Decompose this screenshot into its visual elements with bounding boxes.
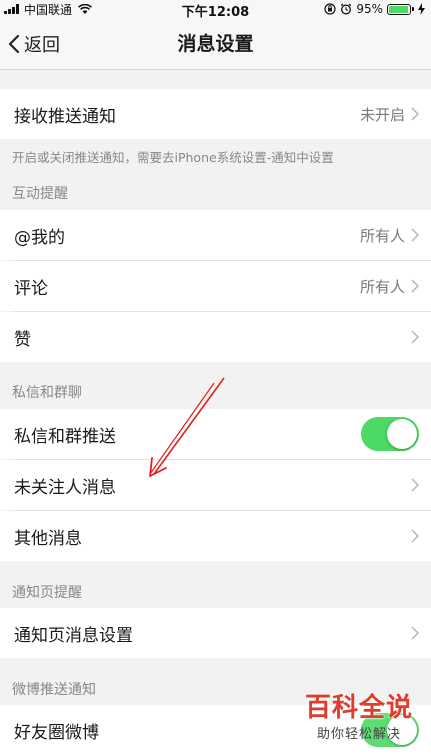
orientation-lock-icon: [324, 3, 336, 15]
section-dm: 私信和群聊: [12, 385, 82, 401]
comments-label: 评论: [14, 278, 48, 299]
watermark-subtitle: 助你轻松解决: [316, 727, 401, 742]
comments-row[interactable]: 评论 所有人: [0, 261, 431, 311]
page-title: 消息设置: [177, 33, 254, 55]
charging-icon: [418, 3, 425, 15]
battery-icon: [387, 3, 414, 15]
section-weibo-push: 微博推送通知: [12, 682, 96, 698]
likes-label: 赞: [14, 329, 31, 350]
dm-push-label: 私信和群推送: [14, 426, 116, 447]
likes-row[interactable]: 赞: [0, 312, 431, 362]
chevron-right-icon: [411, 626, 419, 640]
battery-percent: 95%: [356, 2, 383, 16]
dm-push-row: 私信和群推送: [0, 409, 431, 459]
back-button[interactable]: 返回: [8, 30, 60, 58]
mentions-label: @我的: [14, 227, 65, 248]
unfollowed-messages-label: 未关注人消息: [14, 477, 116, 498]
other-messages-row[interactable]: 其他消息: [0, 511, 431, 561]
receive-push-label: 接收推送通知: [14, 106, 116, 127]
toggle-knob: [387, 419, 417, 449]
status-right: 95%: [324, 1, 425, 17]
comments-value: 所有人: [359, 277, 405, 296]
receive-push-value: 未开启: [359, 105, 405, 124]
chevron-left-icon: [8, 34, 20, 54]
signal-icon: [4, 4, 19, 14]
chevron-right-icon: [411, 478, 419, 492]
chevron-right-icon: [411, 279, 419, 293]
status-left: 中国联通: [4, 1, 92, 17]
other-messages-label: 其他消息: [14, 528, 82, 549]
back-label: 返回: [24, 35, 60, 56]
watermark-title: 百科全说: [304, 693, 413, 723]
receive-push-row[interactable]: 接收推送通知 未开启: [0, 89, 431, 139]
push-hint: 开启或关闭推送通知，需要去iPhone系统设置-通知中设置: [12, 150, 334, 165]
unfollowed-messages-row[interactable]: 未关注人消息: [0, 460, 431, 510]
notify-page-settings-label: 通知页消息设置: [14, 625, 133, 646]
watermark-logo: 百科全说 助你轻松解决: [301, 693, 417, 749]
chevron-right-icon: [411, 228, 419, 242]
alarm-icon: [341, 3, 352, 15]
section-interaction: 互动提醒: [12, 186, 68, 202]
mentions-row[interactable]: @我的 所有人: [0, 210, 431, 260]
navigation-bar: 返回 消息设置: [0, 18, 431, 70]
chevron-right-icon: [411, 107, 419, 121]
notify-page-settings-row[interactable]: 通知页消息设置: [0, 608, 431, 658]
mentions-value: 所有人: [359, 226, 405, 245]
carrier-name: 中国联通: [24, 2, 73, 17]
chevron-right-icon: [411, 330, 419, 344]
status-bar: 中国联通 下午12:08 95%: [0, 0, 431, 20]
dm-push-toggle[interactable]: [361, 417, 419, 451]
chevron-right-icon: [411, 529, 419, 543]
section-notify-page: 通知页提醒: [12, 585, 82, 601]
wifi-icon: [78, 4, 92, 14]
